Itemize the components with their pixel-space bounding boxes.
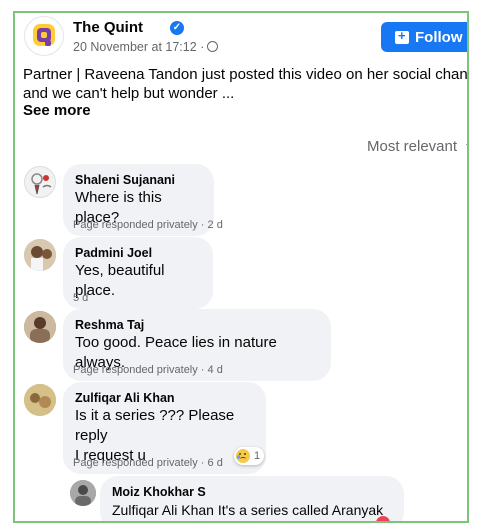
commenter-avatar-image (31, 173, 52, 195)
comment-text: Yes, beautiful place. (75, 262, 165, 299)
avatar[interactable] (24, 239, 56, 271)
page-name-link[interactable]: The Quint (73, 19, 143, 36)
reply-bubble: Moiz Khokhar S Zulfiqar Ali Khan It's a … (100, 476, 404, 521)
comment-meta: Page responded privately · 2 d (73, 219, 223, 231)
comment-text: Zulfiqar Ali Khan It's a series called A… (112, 502, 384, 518)
reaction-count: 1 (254, 450, 261, 462)
post-card: The Quint ✓ 20 November at 17:12 · Follo… (13, 11, 469, 523)
commenter-avatar-image (24, 239, 56, 271)
comment-author[interactable]: Moiz Khokhar S (112, 484, 392, 500)
page-avatar[interactable] (24, 16, 64, 56)
verified-badge-icon: ✓ (170, 21, 184, 35)
reaction-summary[interactable]: 1 (234, 447, 265, 465)
comment-meta: Page responded privately · 4 d (73, 364, 223, 376)
follow-label: Follow (415, 28, 463, 46)
post-timestamp[interactable]: 20 November at 17:12 · (73, 40, 204, 54)
chevron-down-icon[interactable] (466, 144, 467, 149)
sad-reaction-icon (236, 449, 250, 463)
post-text-line-1: Partner | Raveena Tandon just posted thi… (23, 66, 469, 83)
comment-author[interactable]: Zulfiqar Ali Khan (75, 390, 254, 406)
comment-author[interactable]: Padmini Joel (75, 245, 201, 261)
commenter-avatar-image (24, 384, 56, 416)
commenter-avatar-image (70, 480, 96, 506)
post-text-line-2: and we can't help but wonder ... (23, 85, 235, 102)
avatar[interactable] (24, 166, 56, 198)
follow-page-icon (395, 28, 409, 44)
follow-button[interactable]: Follow (381, 22, 467, 52)
see-more-link[interactable]: See more (23, 102, 91, 119)
commenter-avatar-image (24, 311, 56, 343)
comment-author[interactable]: Shaleni Sujanani (75, 172, 202, 188)
avatar[interactable] (24, 384, 56, 416)
avatar[interactable] (24, 311, 56, 343)
avatar[interactable] (70, 480, 96, 506)
timestamp-text[interactable]: 20 November at 17:12 (73, 40, 197, 54)
comment-meta: Page responded privately · 6 d (73, 457, 223, 469)
comment-text-line-1: Is it a series ??? Please reply (75, 407, 235, 444)
tear-icon (237, 455, 240, 459)
meta-separator: · (200, 40, 205, 54)
post-text: Partner | Raveena Tandon just posted thi… (23, 65, 469, 103)
love-reaction-icon[interactable] (376, 516, 390, 521)
globe-icon (207, 41, 218, 52)
comment-author[interactable]: Reshma Taj (75, 317, 319, 333)
comment-sort-dropdown[interactable]: Most relevant (367, 138, 457, 155)
quint-logo-icon (33, 24, 55, 46)
comment-meta: 5 d (73, 292, 89, 304)
